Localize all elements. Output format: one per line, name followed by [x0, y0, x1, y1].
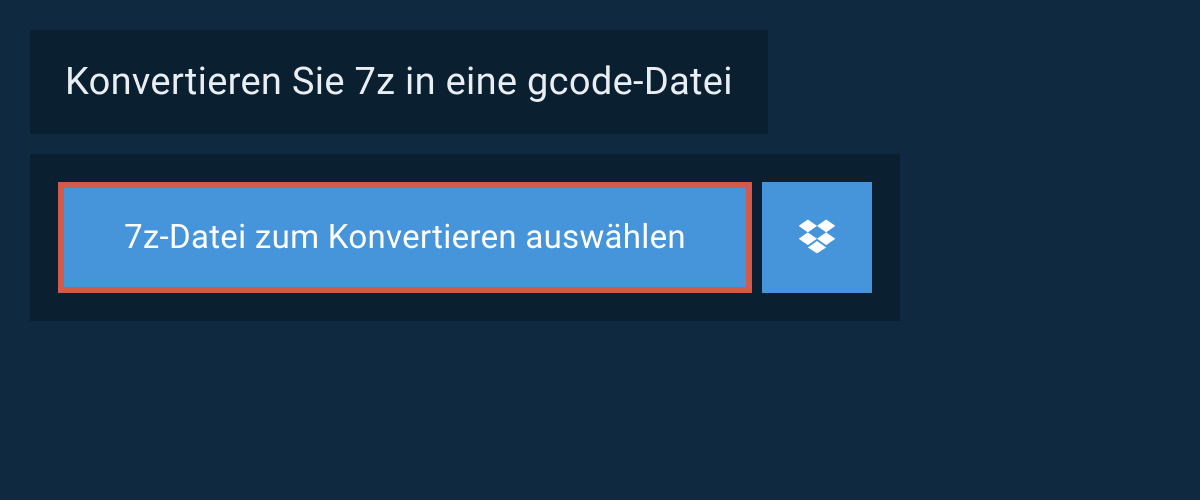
header-bar: Konvertieren Sie 7z in eine gcode-Datei: [30, 30, 768, 134]
page-title: Konvertieren Sie 7z in eine gcode-Datei: [65, 60, 733, 104]
spacer: [0, 134, 1200, 154]
upload-panel: 7z-Datei zum Konvertieren auswählen: [30, 154, 900, 321]
choose-file-label: 7z-Datei zum Konvertieren auswählen: [124, 218, 686, 257]
dropbox-button[interactable]: [762, 182, 872, 293]
dropbox-icon: [795, 214, 839, 262]
choose-file-button[interactable]: 7z-Datei zum Konvertieren auswählen: [58, 182, 752, 293]
